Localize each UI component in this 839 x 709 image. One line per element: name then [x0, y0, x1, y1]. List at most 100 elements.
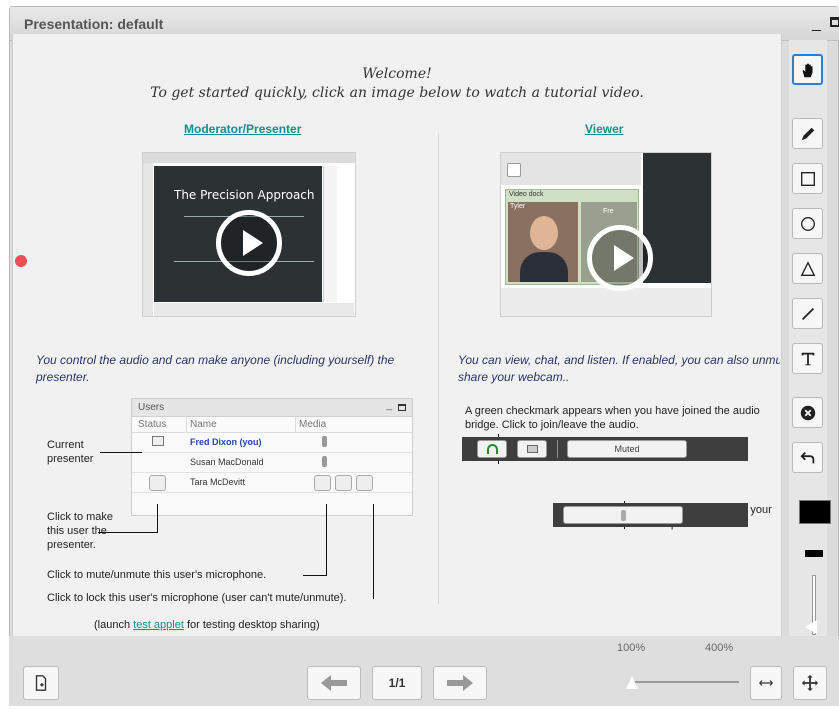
- window-title: Presentation: default: [24, 16, 164, 32]
- minimize-button[interactable]: _: [812, 15, 824, 32]
- column-header-media: Media: [299, 419, 327, 430]
- play-icon[interactable]: [587, 225, 653, 291]
- presentation-slide: Welcome! To get started quickly, click a…: [12, 34, 782, 636]
- fit-width-button[interactable]: [750, 666, 782, 700]
- table-row[interactable]: Tara McDevitt: [132, 473, 412, 493]
- moderator-presenter-link[interactable]: Moderator/Presenter: [184, 122, 301, 136]
- arrow-line: [373, 504, 374, 599]
- zoom-slider-handle[interactable]: [626, 676, 638, 689]
- next-slide-button[interactable]: [433, 666, 487, 700]
- welcome-heading: Welcome!: [362, 66, 432, 82]
- presenter-icon: [152, 436, 164, 446]
- zoom-min-label: 100%: [617, 642, 646, 654]
- headset-icon: [487, 444, 498, 454]
- webcam-body: [520, 252, 568, 282]
- pointer-dot: [15, 255, 27, 267]
- table-row[interactable]: Susan MacDonald: [132, 453, 412, 473]
- minimize-icon: _: [386, 400, 392, 411]
- video-toolbar: [323, 166, 337, 302]
- rectangle-icon: [800, 171, 815, 186]
- arrow-right-icon: [447, 675, 473, 691]
- hand-tool-button[interactable]: [792, 54, 823, 85]
- upload-icon: [35, 675, 47, 691]
- maximize-button[interactable]: [830, 17, 839, 27]
- hand-icon: [802, 63, 812, 77]
- mute-controls-bar: [553, 503, 748, 527]
- viewer-tutorial-video[interactable]: Video dock Tyler Fre: [500, 152, 712, 317]
- webcam-name: Tyler: [510, 203, 526, 210]
- make-presenter-button[interactable]: [149, 475, 166, 491]
- ellipse-tool-button[interactable]: [792, 208, 823, 239]
- mute-user-note: Click to mute/unmute this user's microph…: [47, 569, 267, 581]
- arrow-line: [100, 452, 142, 453]
- users-panel-header: Users _: [132, 399, 412, 417]
- previous-slide-button[interactable]: [307, 666, 361, 700]
- user-name: Susan MacDonald: [190, 457, 264, 467]
- launch-suffix: for testing desktop sharing): [183, 619, 320, 631]
- page-indicator-button[interactable]: 1/1: [372, 666, 422, 700]
- user-name: Fred Dixon (you): [190, 437, 262, 447]
- color-picker[interactable]: [799, 500, 831, 524]
- users-panel: Users _ Status Name Media Fred Dixon (yo…: [131, 398, 413, 516]
- rectangle-tool-button[interactable]: [792, 163, 823, 194]
- zoom-slider[interactable]: [629, 681, 739, 683]
- webcam-face: [530, 216, 558, 250]
- arrow-line: [98, 532, 158, 533]
- microphone-icon: [621, 510, 626, 521]
- thickness-slider-handle[interactable]: [805, 620, 817, 634]
- video-app-sidebar: [143, 163, 153, 316]
- launch-applet-note: (launch test applet for testing desktop …: [94, 618, 320, 632]
- text-tool-button[interactable]: [792, 343, 823, 374]
- microphone-icon: [322, 436, 327, 447]
- viewer-link[interactable]: Viewer: [585, 122, 623, 136]
- welcome-subheading: To get started quickly, click an image b…: [150, 85, 644, 101]
- webcam-button[interactable]: [517, 440, 547, 458]
- video-app-header: [143, 153, 355, 163]
- user-name: Tara McDevitt: [190, 477, 246, 487]
- moderator-tutorial-video[interactable]: The Precision Approach: [142, 152, 356, 317]
- users-panel-title: Users: [138, 402, 165, 413]
- column-separator: [295, 417, 296, 433]
- chalkboard-image: [643, 153, 711, 283]
- toolbar-separator: [557, 440, 558, 458]
- green-check-note: A green checkmark appears when you have …: [465, 405, 760, 431]
- headset-button[interactable]: [477, 440, 507, 458]
- move-icon: [801, 674, 819, 692]
- play-icon[interactable]: [216, 210, 282, 276]
- launch-prefix: (launch: [94, 619, 134, 631]
- viewer-description: You can view, chat, and listen. If enabl…: [458, 353, 780, 384]
- table-row[interactable]: Fred Dixon (you): [132, 433, 412, 453]
- move-button[interactable]: [793, 666, 827, 700]
- clear-tool-button[interactable]: [792, 397, 823, 428]
- viewer-app-header: [501, 153, 641, 185]
- mute-user-button[interactable]: [314, 475, 331, 491]
- zoom-max-label: 400%: [705, 642, 734, 654]
- settings-icon: [507, 163, 521, 177]
- unmute-button[interactable]: [563, 506, 683, 524]
- column-divider: [438, 134, 439, 604]
- make-presenter-note: Click to make this user the presenter.: [47, 511, 114, 551]
- audio-controls-bar: Muted: [462, 437, 748, 461]
- triangle-tool-button[interactable]: [792, 253, 823, 284]
- line-tool-button[interactable]: [792, 298, 823, 329]
- ellipse-icon: [800, 216, 815, 231]
- clear-icon: [800, 405, 815, 420]
- line-icon: [801, 307, 814, 320]
- test-applet-link[interactable]: test applet: [133, 619, 184, 631]
- maximize-icon: [398, 404, 406, 411]
- kick-user-button[interactable]: [335, 475, 352, 491]
- moderator-description: You control the audio and can make anyon…: [36, 353, 395, 384]
- video-side-panel: [338, 166, 355, 302]
- undo-tool-button[interactable]: [792, 442, 823, 473]
- presentation-bottom-bar: 1/1 100% 400%: [9, 636, 839, 706]
- lock-mic-button[interactable]: [356, 475, 373, 491]
- muted-button[interactable]: Muted: [567, 440, 687, 458]
- webcam-tyler: Tyler: [508, 202, 578, 282]
- webcam-name: Fre: [603, 208, 614, 215]
- upload-presentation-button[interactable]: [23, 666, 59, 700]
- text-icon: [801, 352, 814, 365]
- webcam-icon: [527, 445, 538, 453]
- column-header-status: Status: [138, 419, 167, 430]
- video-bottom-bar: [154, 303, 354, 316]
- pencil-tool-button[interactable]: [792, 118, 823, 149]
